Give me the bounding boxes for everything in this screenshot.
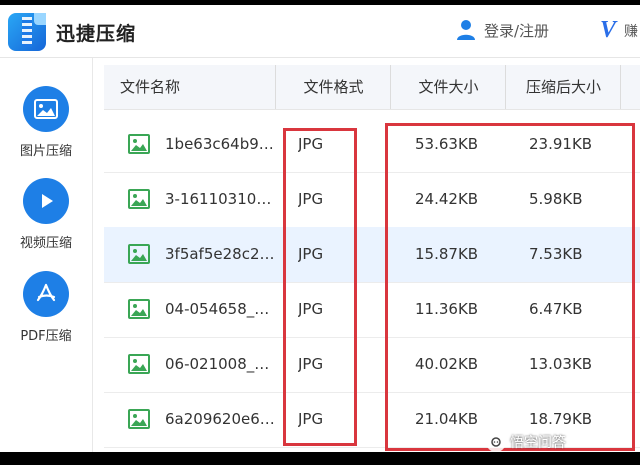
sidebar-item-label: PDF压缩 <box>20 329 72 344</box>
file-size: 21.04KB <box>415 410 479 428</box>
image-thumbnail-icon <box>128 354 150 374</box>
compressed-size: 6.47KB <box>529 300 583 318</box>
file-size: 24.42KB <box>415 190 479 208</box>
sidebar-item-label: 视频压缩 <box>19 236 72 251</box>
sidebar-item-label: 图片压缩 <box>19 144 72 159</box>
file-format: JPG <box>298 245 324 263</box>
pdf-icon <box>23 271 69 317</box>
file-format: JPG <box>298 410 324 428</box>
vip-button[interactable]: V 赚 <box>600 17 640 45</box>
file-format: JPG <box>298 190 324 208</box>
speech-bubble-icon <box>486 432 506 452</box>
watermark-text: 悟空问答 <box>510 435 566 451</box>
app-logo-icon <box>8 13 46 51</box>
file-format: JPG <box>298 300 324 318</box>
image-thumbnail-icon <box>128 134 150 154</box>
file-size: 15.87KB <box>415 245 479 263</box>
image-thumbnail-icon <box>128 299 150 319</box>
column-header-compressed-size[interactable]: 压缩后大小 <box>505 65 621 109</box>
column-header-overflow <box>620 65 640 109</box>
file-name: 3-161103102... <box>165 190 277 208</box>
table-row[interactable]: 06-021008_7... JPG 40.02KB 13.03KB <box>104 337 640 393</box>
sidebar-item-pdf-compress[interactable]: PDF压缩 <box>0 271 92 344</box>
user-icon <box>457 20 475 40</box>
file-size: 11.36KB <box>415 300 479 318</box>
column-header-name[interactable]: 文件名称 <box>104 65 275 109</box>
table-row-selected[interactable]: 3f5af5e28c24... JPG 15.87KB 7.53KB <box>104 227 640 283</box>
sidebar-item-image-compress[interactable]: 图片压缩 <box>0 86 92 159</box>
file-name: 04-054658_1... <box>165 300 277 318</box>
file-table: 文件名称 文件格式 文件大小 压缩后大小 1be63c64b9d... JPG … <box>104 65 640 448</box>
top-header: 迅捷压缩 登录/注册 V 赚 <box>0 5 640 58</box>
image-thumbnail-icon <box>128 189 150 209</box>
table-row[interactable]: 1be63c64b9d... JPG 53.63KB 23.91KB <box>104 117 640 173</box>
image-thumbnail-icon <box>128 244 150 264</box>
table-header: 文件名称 文件格式 文件大小 压缩后大小 <box>104 65 640 110</box>
app-window: 迅捷压缩 登录/注册 V 赚 图片压缩 视频压缩 PDF压缩 文件名称 文件格式… <box>0 5 640 452</box>
table-row[interactable]: 04-054658_1... JPG 11.36KB 6.47KB <box>104 282 640 338</box>
table-row[interactable]: 3-161103102... JPG 24.42KB 5.98KB <box>104 172 640 228</box>
file-name: 3f5af5e28c24... <box>165 245 277 263</box>
play-icon <box>23 178 69 224</box>
file-name: 6a209620e6f... <box>165 410 277 428</box>
bottom-bar <box>0 452 640 465</box>
watermark: 悟空问答 <box>486 432 566 452</box>
image-icon <box>23 86 69 132</box>
vip-label: 赚 <box>624 24 638 40</box>
login-register-label: 登录/注册 <box>484 21 550 40</box>
file-format: JPG <box>298 135 324 153</box>
vip-icon: V <box>600 17 617 43</box>
file-format: JPG <box>298 355 324 373</box>
app-title: 迅捷压缩 <box>56 23 137 45</box>
image-thumbnail-icon <box>128 409 150 429</box>
compressed-size: 13.03KB <box>529 355 593 373</box>
file-name: 06-021008_7... <box>165 355 277 373</box>
sidebar-item-video-compress[interactable]: 视频压缩 <box>0 178 92 251</box>
login-register-button[interactable]: 登录/注册 <box>456 19 549 41</box>
column-header-size[interactable]: 文件大小 <box>390 65 506 109</box>
file-name: 1be63c64b9d... <box>165 135 277 153</box>
file-size: 40.02KB <box>415 355 479 373</box>
compressed-size: 5.98KB <box>529 190 583 208</box>
compressed-size: 7.53KB <box>529 245 583 263</box>
sidebar: 图片压缩 视频压缩 PDF压缩 <box>0 58 93 452</box>
column-header-format[interactable]: 文件格式 <box>275 65 391 109</box>
compressed-size: 23.91KB <box>529 135 593 153</box>
file-size: 53.63KB <box>415 135 479 153</box>
